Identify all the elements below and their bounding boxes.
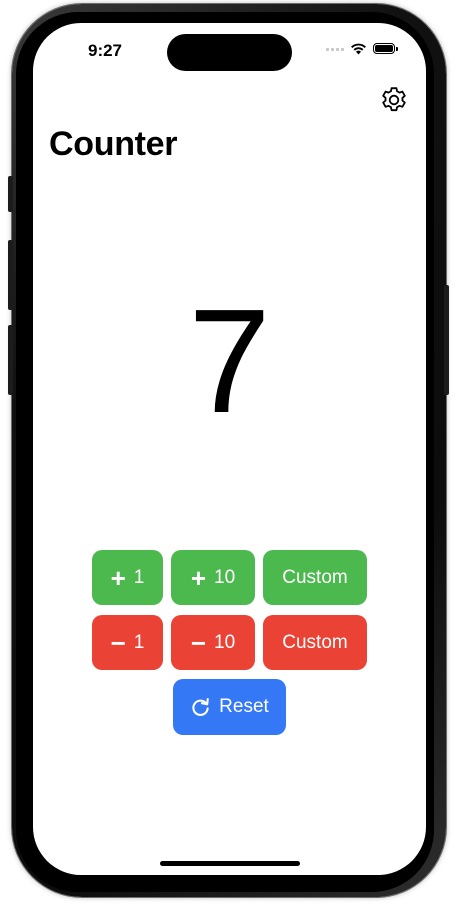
decrement-1-button[interactable]: − 1 <box>92 615 163 670</box>
button-label: Custom <box>282 566 348 588</box>
battery-icon <box>373 43 398 55</box>
volume-up-button <box>8 240 13 310</box>
plus-icon: + <box>190 562 207 593</box>
status-time: 9:27 <box>87 41 123 60</box>
gear-icon[interactable] <box>379 85 409 115</box>
reset-button[interactable]: Reset <box>173 679 286 735</box>
page-title: Counter <box>49 125 178 163</box>
silent-switch <box>8 176 13 212</box>
button-amount: 10 <box>214 631 236 653</box>
reset-label: Reset <box>219 696 269 717</box>
increment-custom-button[interactable]: Custom <box>263 550 367 605</box>
button-amount: 10 <box>214 566 236 588</box>
minus-icon: − <box>190 627 207 658</box>
decrement-custom-button[interactable]: Custom <box>263 615 367 670</box>
minus-icon: − <box>110 627 126 658</box>
increment-1-button[interactable]: + 1 <box>92 550 163 605</box>
increment-10-button[interactable]: + 10 <box>171 550 255 605</box>
power-button <box>444 285 449 395</box>
status-indicators <box>326 43 398 55</box>
home-indicator <box>160 861 300 866</box>
arrow-clockwise-icon <box>192 697 209 716</box>
button-label: Custom <box>282 631 348 653</box>
plus-icon: + <box>110 562 126 593</box>
wifi-icon <box>351 43 366 55</box>
button-amount: 1 <box>133 566 145 588</box>
screen: 9:27 Counter 7 + 1 + 10 Custom − 1 − 10 … <box>33 23 426 875</box>
button-amount: 1 <box>133 631 145 653</box>
dynamic-island <box>167 34 292 71</box>
decrement-10-button[interactable]: − 10 <box>171 615 255 670</box>
counter-value: 7 <box>188 279 271 444</box>
volume-down-button <box>8 325 13 395</box>
cellular-signal-icon <box>326 47 344 51</box>
